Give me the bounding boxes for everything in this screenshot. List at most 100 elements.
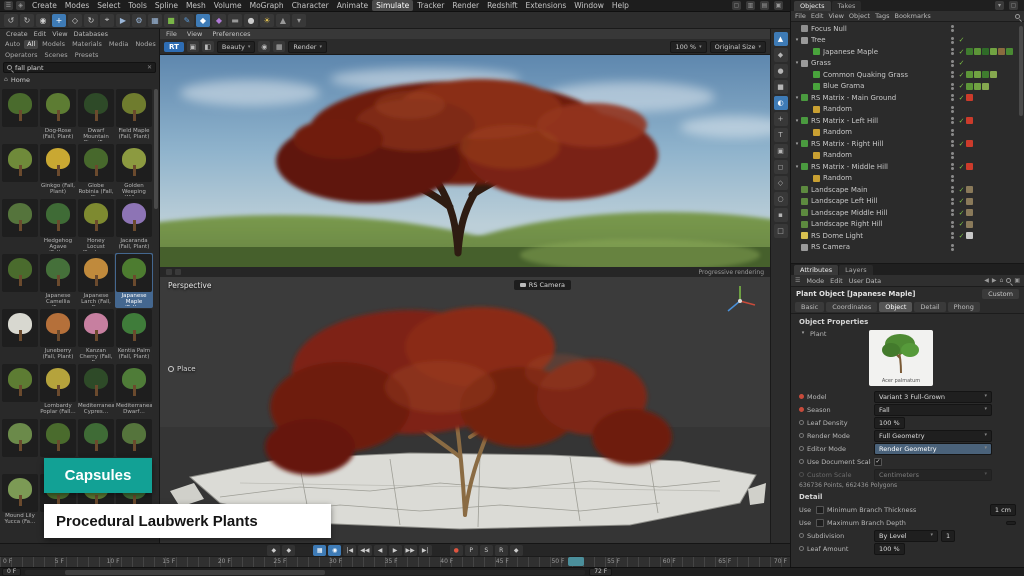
object-tags[interactable] xyxy=(966,48,1020,55)
menu-item[interactable]: MoGraph xyxy=(246,0,288,11)
object-tags[interactable] xyxy=(966,198,1020,205)
enable-check-icon[interactable]: ✓ xyxy=(957,197,966,205)
asset-browser-subtab[interactable]: Operators xyxy=(2,51,40,60)
transport-button[interactable]: ◀◀ xyxy=(358,545,371,556)
asset-browser-menu-item[interactable]: Edit xyxy=(32,30,49,38)
enable-check-icon[interactable]: ✓ xyxy=(957,232,966,240)
expand-arrow-icon[interactable]: ▾ xyxy=(793,141,801,147)
mode-icon[interactable]: ◆ xyxy=(774,48,788,62)
render-mode-dropdown[interactable]: Full Geometry xyxy=(874,430,992,442)
snapshot-icon[interactable]: ▣ xyxy=(187,41,199,52)
min-branch-checkbox[interactable] xyxy=(816,506,824,514)
visibility-dots[interactable] xyxy=(951,198,954,205)
attribute-mode-menu-item[interactable]: Edit xyxy=(830,277,843,285)
tag-icon[interactable] xyxy=(966,48,973,55)
keyframe-dot-icon[interactable] xyxy=(799,459,804,464)
object-tags[interactable] xyxy=(966,140,1020,147)
visibility-dots[interactable] xyxy=(951,221,954,228)
object-tags[interactable] xyxy=(966,232,1020,239)
transport-button[interactable]: |◀ xyxy=(343,545,356,556)
toolbar-icon[interactable]: + xyxy=(52,14,66,27)
custom-button[interactable]: Custom xyxy=(982,289,1019,299)
object-manager-menu-item[interactable]: Object xyxy=(849,12,870,20)
asset-tile[interactable]: Juneberry (Fall, Plant) xyxy=(39,308,77,363)
expand-arrow-icon[interactable]: ▾ xyxy=(793,37,801,43)
layout-icon[interactable]: ▥ xyxy=(746,1,755,10)
record-scale-icon[interactable]: S xyxy=(480,545,493,556)
object-properties-header[interactable]: Object Properties xyxy=(791,316,1024,328)
region-icon[interactable]: ▦ xyxy=(273,41,285,52)
toolbar-icon[interactable]: ◇ xyxy=(68,14,82,27)
tag-icon[interactable] xyxy=(982,48,989,55)
menu-item[interactable]: Extensions xyxy=(522,0,571,11)
mode-icon[interactable]: ▲ xyxy=(774,32,788,46)
record-button[interactable]: ● xyxy=(450,545,463,556)
panel-menu-icon[interactable]: ▾ xyxy=(995,1,1004,10)
asset-tile[interactable] xyxy=(1,88,39,143)
tag-icon[interactable] xyxy=(966,163,973,170)
toolbar-icon[interactable]: ◆ xyxy=(196,14,210,27)
enable-check-icon[interactable]: ✓ xyxy=(957,71,966,79)
toolbar-icon[interactable]: ◆ xyxy=(212,14,226,27)
render-view-menu-item[interactable]: Preferences xyxy=(212,30,250,38)
toolbar-icon[interactable]: ⚙ xyxy=(132,14,146,27)
home-icon[interactable]: ⌂ xyxy=(1000,277,1004,284)
keyframe-dot-icon[interactable] xyxy=(799,407,804,412)
visibility-dots[interactable] xyxy=(951,117,954,124)
keyframe-next-icon[interactable]: ◆ xyxy=(282,545,295,556)
object-row[interactable]: RS Camera xyxy=(791,242,1024,254)
object-row[interactable]: Landscape Right Hill ✓ xyxy=(791,219,1024,231)
menu-item[interactable]: Help xyxy=(608,0,633,11)
record-rotation-icon[interactable]: R xyxy=(495,545,508,556)
enable-check-icon[interactable]: ✓ xyxy=(957,82,966,90)
attribute-section-tab[interactable]: Basic xyxy=(795,302,824,312)
asset-tile[interactable]: Mediterranean Cypres… xyxy=(77,363,115,418)
visibility-dots[interactable] xyxy=(951,244,954,251)
asset-tile[interactable]: Field Maple (Fall, Plant) xyxy=(115,88,153,143)
lock-icon[interactable]: ▣ xyxy=(1014,277,1020,284)
tag-icon[interactable] xyxy=(974,48,981,55)
menu-item[interactable]: Select xyxy=(93,0,124,11)
object-manager-tab[interactable]: Objects xyxy=(794,1,831,11)
keyframe-prev-icon[interactable]: ◆ xyxy=(267,545,280,556)
visibility-dots[interactable] xyxy=(951,83,954,90)
visibility-dots[interactable] xyxy=(951,37,954,44)
asset-tile[interactable]: Globe Robinia (Fall, Pl… xyxy=(77,143,115,198)
enable-check-icon[interactable]: ✓ xyxy=(957,59,966,67)
compare-icon[interactable]: ◧ xyxy=(202,41,214,52)
asset-browser-menu-item[interactable]: Create xyxy=(4,30,30,38)
mode-icon[interactable]: + xyxy=(774,112,788,126)
visibility-dots[interactable] xyxy=(951,186,954,193)
menu-item[interactable]: Redshift xyxy=(483,0,521,11)
enable-check-icon[interactable]: ✓ xyxy=(957,220,966,228)
enable-check-icon[interactable]: ✓ xyxy=(957,209,966,217)
subdivision-dropdown[interactable]: By Level xyxy=(874,530,938,542)
toolbar-icon[interactable]: ↻ xyxy=(84,14,98,27)
menu-item[interactable]: Volume xyxy=(210,0,246,11)
playhead-marker[interactable] xyxy=(568,557,584,566)
object-row[interactable]: RS Dome Light ✓ xyxy=(791,230,1024,242)
object-manager-menu-item[interactable]: View xyxy=(828,12,843,20)
tag-icon[interactable] xyxy=(966,232,973,239)
visibility-dots[interactable] xyxy=(951,94,954,101)
transport-button[interactable]: ▶▶ xyxy=(404,545,417,556)
asset-tile[interactable]: Mound Lily Yucca (Fa… xyxy=(1,473,39,528)
model-dropdown[interactable]: Variant 3 Full-Grown xyxy=(874,391,992,403)
camera-label[interactable]: RS Camera xyxy=(514,280,571,290)
keyframe-dot-icon[interactable] xyxy=(799,433,804,438)
object-tags[interactable] xyxy=(966,71,1020,78)
object-row[interactable]: Landscape Main ✓ xyxy=(791,184,1024,196)
object-manager-menu-item[interactable]: Bookmarks xyxy=(894,12,930,20)
asset-tile[interactable]: Ginkgo (Fall, Plant) xyxy=(39,143,77,198)
expand-arrow-icon[interactable]: ▾ xyxy=(793,95,801,101)
object-row[interactable]: Random xyxy=(791,150,1024,162)
zoom-dropdown[interactable]: 100 % xyxy=(670,41,706,53)
menu-item[interactable]: Modes xyxy=(61,0,93,11)
object-row[interactable]: ▾ RS Matrix - Left Hill ✓ xyxy=(791,115,1024,127)
tag-icon[interactable] xyxy=(1006,48,1013,55)
asset-scrollbar[interactable] xyxy=(154,89,158,209)
visibility-dots[interactable] xyxy=(951,129,954,136)
visibility-dots[interactable] xyxy=(951,175,954,182)
expand-arrow-icon[interactable]: ▾ xyxy=(793,60,801,66)
toolbar-icon[interactable]: ↻ xyxy=(20,14,34,27)
